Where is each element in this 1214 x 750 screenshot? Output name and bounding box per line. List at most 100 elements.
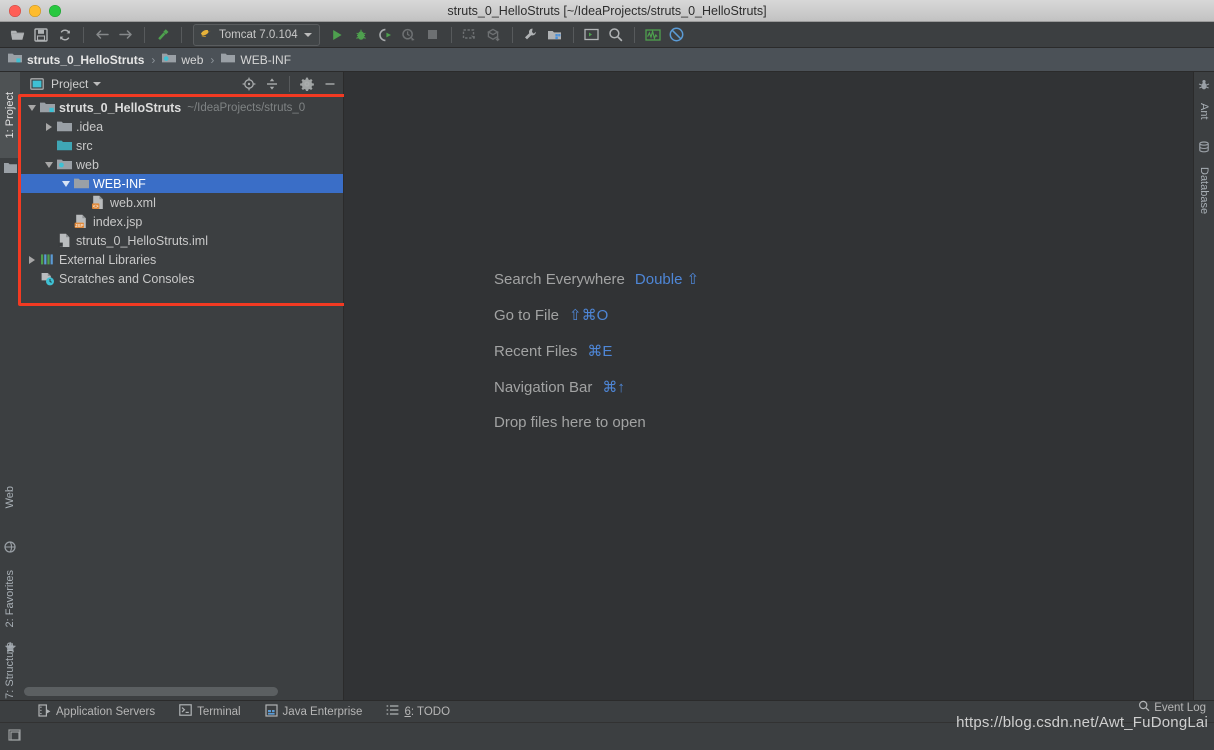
toggle-toolwindows-icon[interactable] xyxy=(0,728,22,742)
open-folder-icon[interactable] xyxy=(6,24,28,46)
tree-node-idea[interactable]: .idea xyxy=(20,117,343,136)
web-icon xyxy=(0,538,20,556)
hint-shortcut: Double ⇧ xyxy=(634,271,700,288)
monitor-icon[interactable] xyxy=(642,24,664,46)
tree-node-label: struts_0_HelloStruts.iml xyxy=(76,233,208,248)
tree-node-external-libraries[interactable]: External Libraries xyxy=(20,250,343,269)
horizontal-scrollbar-thumb[interactable] xyxy=(24,687,278,696)
terminal-icon[interactable] xyxy=(581,24,603,46)
sidebar-item-label: Web xyxy=(4,485,16,509)
window-title: struts_0_HelloStruts [~/IdeaProjects/str… xyxy=(447,3,767,18)
web-folder-icon xyxy=(162,52,177,67)
tree-node-web-xml[interactable]: <> web.xml xyxy=(20,193,343,212)
right-toolwindow-ant[interactable]: Ant xyxy=(1194,94,1214,128)
project-tree[interactable]: struts_0_HelloStruts ~/IdeaProjects/strut… xyxy=(20,96,343,684)
project-module-icon xyxy=(39,100,55,116)
no-entry-icon[interactable] xyxy=(666,24,688,46)
search-icon[interactable] xyxy=(605,24,627,46)
chevron-down-icon[interactable] xyxy=(303,32,312,37)
tree-node-index-jsp[interactable]: JSP index.jsp xyxy=(20,212,343,231)
tree-node-struts-0-hellostruts[interactable]: struts_0_HelloStruts ~/IdeaProjects/strut… xyxy=(20,98,343,117)
horizontal-scrollbar-track[interactable] xyxy=(20,684,343,700)
tree-node-web-inf[interactable]: WEB-INF xyxy=(20,174,343,193)
breadcrumb-item-project[interactable]: struts_0_HelloStruts xyxy=(8,52,144,67)
breadcrumb-label: struts_0_HelloStruts xyxy=(27,52,145,67)
tree-node-scratches-and-consoles[interactable]: Scratches and Consoles xyxy=(20,269,343,288)
right-toolwindow-label: Database xyxy=(1198,167,1210,215)
breadcrumb-item-web[interactable]: web xyxy=(162,52,203,67)
workspace: 1: Project Web 2: Favorites 7: Structure xyxy=(0,72,1214,738)
gear-icon[interactable] xyxy=(298,75,316,93)
bottom-item-todo-label: : TODO xyxy=(410,705,451,718)
watermark-text: https://blog.csdn.net/Awt_FuDongLai xyxy=(956,714,1208,731)
editor-empty-area[interactable]: Search Everywhere Double ⇧ Go to File ⇧⌘… xyxy=(344,72,1193,700)
project-structure-icon[interactable] xyxy=(544,24,566,46)
idea-window: struts_0_HelloStruts [~/IdeaProjects/str… xyxy=(0,0,1214,747)
chevron-down-icon[interactable] xyxy=(93,82,102,86)
forward-icon[interactable] xyxy=(115,24,137,46)
bottom-item-label: Terminal xyxy=(197,705,241,718)
event-log-label: Event Log xyxy=(1154,701,1206,714)
header-separator xyxy=(289,76,290,92)
right-toolwindow-bar: Ant Database xyxy=(1193,72,1214,700)
sidebar-item-web[interactable]: Web xyxy=(0,464,20,530)
run-configuration-selector[interactable]: Tomcat 7.0.104 xyxy=(193,23,320,46)
toolbar-separator xyxy=(572,26,574,43)
bottom-item-java-enterprise[interactable]: Java Enterprise xyxy=(253,701,375,723)
save-all-icon[interactable] xyxy=(30,24,52,46)
back-icon[interactable] xyxy=(91,24,113,46)
chevron-down-icon[interactable] xyxy=(26,102,37,113)
profile-icon[interactable] xyxy=(398,24,420,46)
build-hammer-icon[interactable] xyxy=(152,24,174,46)
collapse-all-icon[interactable] xyxy=(263,75,281,93)
hint-go-to-file[interactable]: Go to File ⇧⌘O xyxy=(494,306,699,342)
sync-icon[interactable] xyxy=(54,24,76,46)
bottom-item-terminal[interactable]: Terminal xyxy=(167,701,252,723)
project-view-icon xyxy=(28,75,46,93)
run-icon[interactable] xyxy=(326,24,348,46)
hint-search-everywhere[interactable]: Search Everywhere Double ⇧ xyxy=(494,270,699,306)
project-tool-window: Project struts_0_HelloStruts ~/IdeaProje… xyxy=(20,72,344,700)
hide-icon[interactable] xyxy=(321,75,339,93)
settings-wrench-icon[interactable] xyxy=(520,24,542,46)
folder-icon xyxy=(56,119,72,135)
hint-recent-files[interactable]: Recent Files ⌘E xyxy=(494,342,699,378)
tree-node-struts-0-hellostruts-iml[interactable]: struts_0_HelloStruts.iml xyxy=(20,231,343,250)
scroll-from-source-icon[interactable] xyxy=(240,75,258,93)
tree-node-label: web.xml xyxy=(110,195,156,210)
chevron-right-icon[interactable] xyxy=(43,121,54,132)
toolbar-separator xyxy=(633,26,635,43)
right-toolwindow-database[interactable]: Database xyxy=(1194,156,1214,226)
run-coverage-icon[interactable] xyxy=(374,24,396,46)
breadcrumb-separator: › xyxy=(151,52,156,67)
sidebar-item-project[interactable]: 1: Project xyxy=(0,72,20,158)
bottom-item-todo[interactable]: 6: TODO xyxy=(374,701,462,723)
hint-navigation-bar[interactable]: Navigation Bar ⌘↑ xyxy=(494,378,699,414)
stop-icon[interactable] xyxy=(422,24,444,46)
title-bar: struts_0_HelloStruts [~/IdeaProjects/str… xyxy=(0,0,1214,22)
tree-rows: struts_0_HelloStruts ~/IdeaProjects/strut… xyxy=(20,98,343,288)
chevron-right-icon[interactable] xyxy=(26,254,37,265)
tree-node-label: WEB-INF xyxy=(93,176,146,191)
project-panel-title: Project xyxy=(51,77,89,91)
debug-icon[interactable] xyxy=(350,24,372,46)
todo-icon xyxy=(386,704,399,719)
chevron-down-icon[interactable] xyxy=(43,159,54,170)
bottom-item-application-servers[interactable]: Application Servers xyxy=(26,701,167,723)
breadcrumb-separator: › xyxy=(210,52,215,67)
breadcrumb-item-webinf[interactable]: WEB-INF xyxy=(221,52,291,67)
svg-text:<>: <> xyxy=(92,204,98,210)
chevron-down-icon[interactable] xyxy=(60,178,71,189)
tree-node-label: External Libraries xyxy=(59,252,157,267)
tree-node-src[interactable]: src xyxy=(20,136,343,155)
event-log-button[interactable]: Event Log xyxy=(1138,700,1206,715)
update-app-icon[interactable] xyxy=(459,24,481,46)
web-folder-icon xyxy=(56,157,72,173)
tree-node-path: ~/IdeaProjects/struts_0 xyxy=(187,101,306,114)
navigation-bar: struts_0_HelloStruts › web › WEB-INF xyxy=(0,48,1214,72)
hint-label: Drop files here to open xyxy=(494,414,646,431)
tree-node-web[interactable]: web xyxy=(20,155,343,174)
deploy-icon[interactable] xyxy=(483,24,505,46)
hint-shortcut: ⌘↑ xyxy=(602,379,625,396)
